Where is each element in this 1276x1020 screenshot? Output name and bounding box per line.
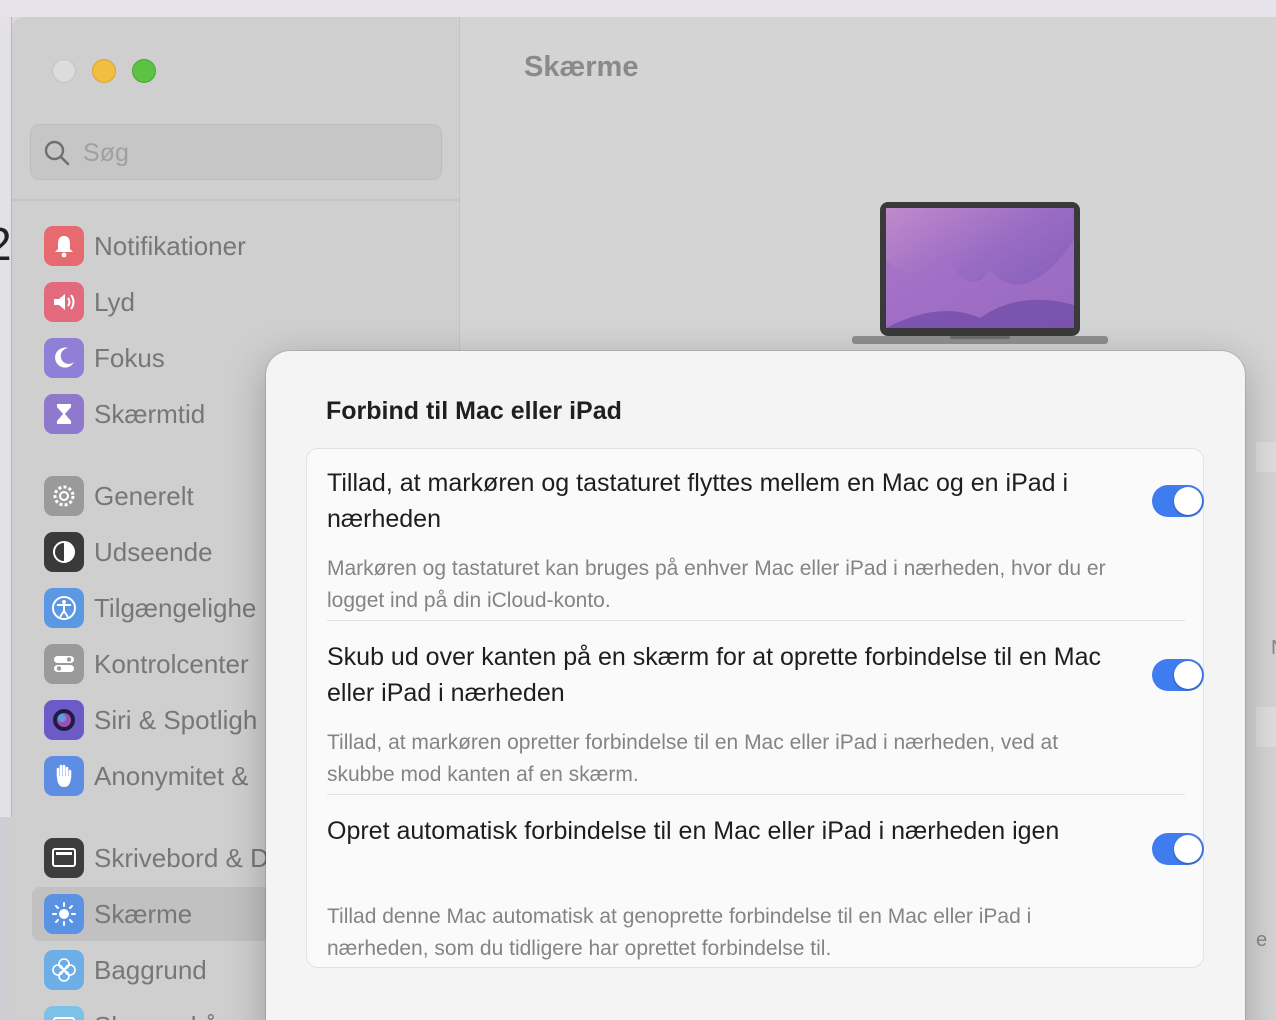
background-window-slice: [0, 343, 12, 581]
toggle-knob: [1174, 835, 1202, 863]
row-divider: [327, 794, 1185, 795]
sidebar-divider: [12, 199, 460, 201]
dialog-title: Forbind til Mac eller iPad: [326, 397, 622, 425]
appearance-icon: [44, 532, 84, 572]
zoom-window-button[interactable]: [132, 59, 156, 83]
sun-icon: [44, 894, 84, 934]
option-description: Tillad, at markøren opretter forbindelse…: [327, 731, 1059, 786]
page-title: Skærme: [524, 51, 639, 83]
search-icon: [44, 140, 70, 166]
toggle-knob: [1174, 487, 1202, 515]
speaker-icon: [44, 282, 84, 322]
connect-mac-ipad-dialog: Forbind til Mac eller iPad Tillad, at ma…: [266, 351, 1245, 1020]
background-window-slice: [0, 581, 12, 817]
option-row-cursor-keyboard: Tillad, at markøren og tastaturet flytte…: [327, 465, 1204, 615]
sidebar-item-label: Udseende: [94, 536, 213, 567]
toggles-icon: [44, 644, 84, 684]
sidebar-item[interactable]: Notifikationer: [32, 219, 452, 273]
close-window-button[interactable]: [52, 59, 76, 83]
sidebar-item-label: Skærme: [94, 898, 193, 929]
sidebar-item-label: Fokus: [94, 342, 165, 373]
option-title: Skub ud over kanten på en skærm for at o…: [327, 643, 1102, 707]
background-window-slice: [0, 17, 12, 103]
sidebar-item[interactable]: Lyd: [32, 275, 452, 329]
background-panel-fragment: [1256, 707, 1276, 747]
sidebar-item-label: Tilgængelighe: [94, 592, 257, 623]
toggle-knob: [1174, 661, 1202, 689]
macbook-display-image: [852, 202, 1108, 344]
sidebar-item-label: Generelt: [94, 480, 194, 511]
option-row-auto-reconnect: Opret automatisk forbindelse til en Mac …: [327, 813, 1204, 963]
sidebar-item-label: Skrivebord & D: [94, 842, 269, 873]
option-description: Markøren og tastaturet kan bruges på enh…: [327, 557, 1106, 612]
row-divider: [327, 620, 1185, 621]
desktop-icon: [44, 838, 84, 878]
bell-icon: [44, 226, 84, 266]
option-description: Tillad denne Mac automatisk at genoprett…: [327, 905, 1032, 960]
sidebar-item-label: Anonymitet &: [94, 760, 249, 791]
flower-icon: [44, 950, 84, 990]
sidebar-item-label: Skærmskåner: [94, 1011, 256, 1020]
search-input[interactable]: [83, 137, 423, 169]
background-window-edge: 2(: [0, 17, 27, 1020]
sidebar-item-label: Siri & Spotligh: [94, 704, 258, 735]
screensaver-icon: [44, 1006, 84, 1020]
sidebar-item-label: Kontrolcenter: [94, 648, 249, 679]
background-text-fragment: N: [1271, 637, 1276, 660]
minimize-window-button[interactable]: [92, 59, 116, 83]
hourglass-icon: [44, 394, 84, 434]
hand-icon: [44, 756, 84, 796]
accessibility-icon: [44, 588, 84, 628]
option-title: Opret automatisk forbindelse til en Mac …: [327, 817, 1060, 845]
sidebar-item-label: Skærmtid: [94, 398, 206, 429]
search-field[interactable]: [30, 124, 442, 180]
moon-icon: [44, 338, 84, 378]
background-text-fragment: e: [1256, 929, 1268, 951]
toggle-push-edge[interactable]: [1152, 659, 1204, 691]
toggle-auto-reconnect[interactable]: [1152, 833, 1204, 865]
option-row-push-edge: Skub ud over kanten på en skærm for at o…: [327, 639, 1204, 789]
sidebar-item-label: Notifikationer: [94, 230, 246, 261]
siri-icon: [44, 700, 84, 740]
gear-icon: [44, 476, 84, 516]
options-group: Tillad, at markøren og tastaturet flytte…: [306, 448, 1204, 968]
sidebar-item-label: Lyd: [94, 286, 135, 317]
toggle-cursor-keyboard[interactable]: [1152, 485, 1204, 517]
option-title: Tillad, at markøren og tastaturet flytte…: [327, 469, 1069, 533]
sidebar-item-label: Baggrund: [94, 954, 207, 985]
menu-bar: [0, 0, 1276, 17]
background-panel-fragment: [1256, 442, 1276, 472]
